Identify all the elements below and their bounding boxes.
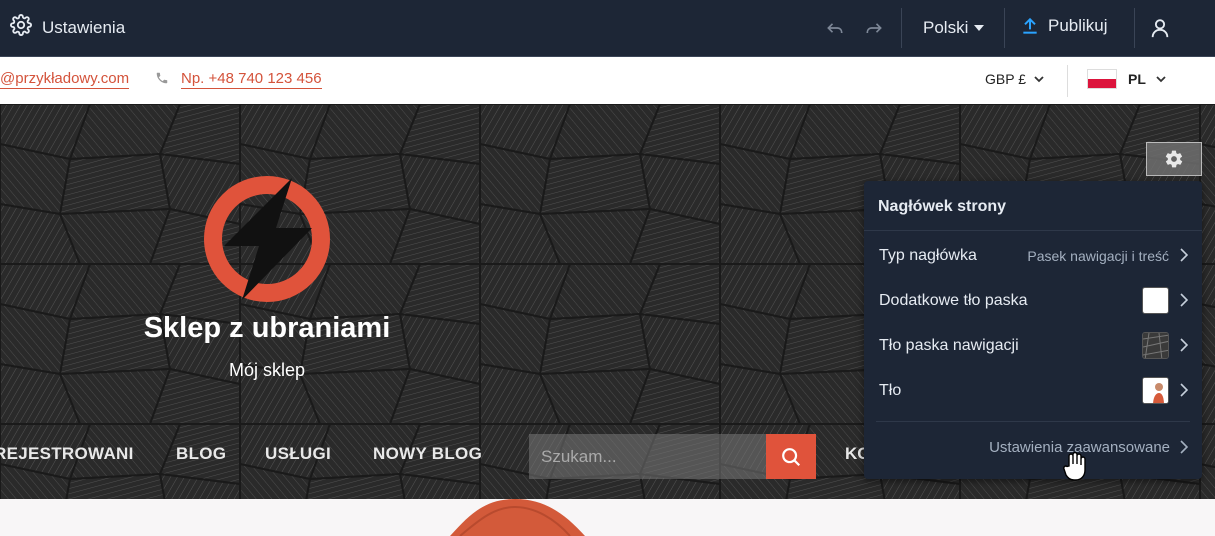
divider [876, 421, 1190, 422]
language-label: Polski [923, 18, 969, 37]
locale-select[interactable]: PL [1128, 71, 1166, 87]
store-subtitle[interactable]: Mój sklep [0, 360, 534, 381]
nav-item-blog[interactable]: BLOG [176, 444, 226, 464]
contact-phone-link[interactable]: Np. +48 740 123 456 [181, 70, 322, 89]
redo-icon [866, 23, 882, 33]
chevron-right-icon [1180, 440, 1188, 454]
panel-row-bg[interactable]: Tło [864, 371, 1202, 411]
panel-row-nav-bg[interactable]: Tło paska nawigacji [864, 326, 1202, 366]
gear-icon [10, 14, 32, 41]
locale-label: PL [1128, 71, 1146, 87]
caret-down-icon [974, 25, 985, 31]
white-swatch[interactable] [1142, 287, 1169, 314]
currency-select[interactable]: GBP £ [985, 71, 1044, 87]
panel-row-extra-bar-bg[interactable]: Dodatkowe tło paska [864, 281, 1202, 321]
chevron-right-icon [1180, 293, 1188, 307]
section-settings-button[interactable] [1146, 142, 1202, 176]
nav-item-rejestrowani[interactable]: REJESTROWANI [0, 444, 134, 464]
contact-email-link[interactable]: @przykładowy.com [0, 70, 130, 89]
search-button[interactable] [766, 434, 816, 479]
language-select[interactable]: Polski [923, 18, 985, 38]
store-title[interactable]: Sklep z ubraniami [0, 312, 534, 345]
publish-label: Publikuj [1048, 16, 1108, 35]
user-icon [1151, 19, 1169, 38]
divider [864, 230, 1202, 231]
row-label: Typ nagłówka [879, 247, 977, 264]
chevron-right-icon [1180, 248, 1188, 262]
image-swatch[interactable] [1142, 377, 1169, 404]
nav-item-nowy-blog[interactable]: NOWY BLOG [373, 444, 482, 464]
undo-button[interactable] [823, 16, 847, 40]
nav-item-uslugi[interactable]: USŁUGI [265, 444, 331, 464]
chevron-down-icon [1156, 75, 1166, 82]
search-icon [782, 447, 801, 466]
panel-row-header-type[interactable]: Typ nagłówka Pasek nawigacji i treść [864, 236, 1202, 276]
redo-button[interactable] [862, 16, 886, 40]
row-label: Tło [879, 382, 902, 399]
gear-icon [1165, 150, 1183, 168]
row-value: Pasek nawigacji i treść [1027, 248, 1169, 264]
publish-button[interactable]: Publikuj [1020, 16, 1108, 36]
divider [1134, 8, 1135, 48]
phone-icon [156, 72, 168, 84]
lightning-logo[interactable] [204, 176, 330, 302]
chevron-right-icon [1180, 338, 1188, 352]
undo-icon [827, 23, 843, 33]
divider [901, 8, 902, 48]
hand-cursor-icon [1063, 452, 1086, 481]
currency-label: GBP £ [985, 71, 1026, 87]
panel-title: Nagłówek strony [878, 198, 1007, 215]
divider [1004, 8, 1005, 48]
header-settings-panel: Nagłówek strony Typ nagłówka Pasek nawig… [864, 181, 1202, 479]
row-label: Dodatkowe tło paska [879, 292, 1028, 309]
settings-label: Ustawienia [42, 17, 126, 37]
page-content [0, 499, 1215, 536]
editor-topbar: Ustawienia Polski Publikuj [0, 0, 1215, 57]
row-label: Tło paska nawigacji [879, 337, 1019, 354]
contact-bar: @przykładowy.com Np. +48 740 123 456 GBP… [0, 57, 1215, 104]
account-button[interactable] [1148, 16, 1172, 40]
settings-button[interactable]: Ustawienia [10, 14, 125, 41]
pattern-swatch[interactable] [1142, 332, 1169, 359]
search-input[interactable] [529, 434, 766, 479]
product-image[interactable] [440, 499, 590, 536]
chevron-down-icon [1034, 75, 1044, 82]
poland-flag-icon[interactable] [1087, 69, 1117, 89]
upload-icon [1023, 17, 1037, 34]
chevron-right-icon [1180, 383, 1188, 397]
divider [1067, 65, 1068, 97]
